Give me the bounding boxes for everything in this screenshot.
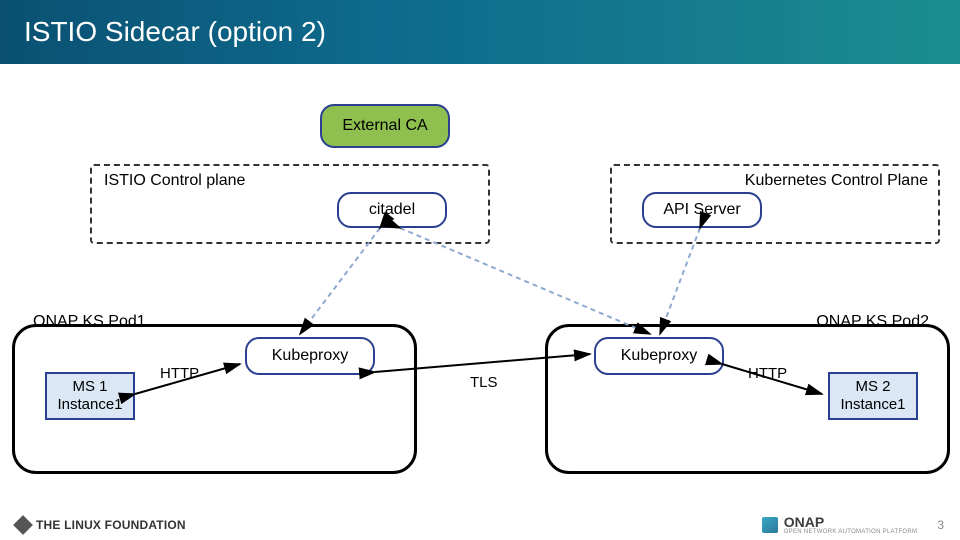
diagram-stage: External CA ISTIO Control plane citadel … [0, 64, 960, 510]
edge-http-2: HTTP [748, 365, 787, 382]
lf-text: THE LINUX FOUNDATION [36, 518, 186, 532]
node-kubeproxy-2: Kubeproxy [594, 337, 724, 375]
node-external-ca: External CA [320, 104, 450, 148]
edge-tls: TLS [470, 374, 498, 391]
external-ca-label: External CA [342, 117, 427, 135]
edge-http-1: HTTP [160, 365, 199, 382]
pod1-label: ONAP KS Pod1 [33, 313, 146, 331]
istio-cp-label: ISTIO Control plane [104, 172, 245, 190]
api-server-label: API Server [663, 201, 740, 219]
footer: THE LINUX FOUNDATION ONAP OPEN NETWORK A… [0, 510, 960, 540]
pod-2: ONAP KS Pod2 Kubeproxy MS 2 Instance1 HT… [545, 324, 950, 474]
ms1-label: MS 1 Instance1 [57, 378, 122, 413]
node-kubeproxy-1: Kubeproxy [245, 337, 375, 375]
kubeproxy2-label: Kubeproxy [621, 347, 698, 365]
title-text: ISTIO Sidecar (option 2) [24, 16, 326, 48]
lf-icon [13, 515, 33, 535]
node-ms1: MS 1 Instance1 [45, 372, 135, 420]
page-number: 3 [937, 518, 944, 532]
pod-1: ONAP KS Pod1 MS 1 Instance1 Kubeproxy HT… [12, 324, 417, 474]
linux-foundation-logo: THE LINUX FOUNDATION [16, 518, 186, 532]
slide-title: ISTIO Sidecar (option 2) [0, 0, 960, 64]
group-k8s-control-plane: Kubernetes Control Plane API Server [610, 164, 940, 244]
kubeproxy1-label: Kubeproxy [272, 347, 349, 365]
onap-sub: OPEN NETWORK AUTOMATION PLATFORM [784, 529, 918, 535]
k8s-cp-label: Kubernetes Control Plane [745, 172, 928, 190]
node-api-server: API Server [642, 192, 762, 228]
onap-icon [762, 517, 778, 533]
onap-main: ONAP [784, 515, 918, 529]
ms2-label: MS 2 Instance1 [840, 378, 905, 413]
node-ms2: MS 2 Instance1 [828, 372, 918, 420]
onap-logo: ONAP OPEN NETWORK AUTOMATION PLATFORM [762, 515, 918, 535]
node-citadel: citadel [337, 192, 447, 228]
pod2-label: ONAP KS Pod2 [816, 313, 929, 331]
group-istio-control-plane: ISTIO Control plane citadel [90, 164, 490, 244]
citadel-label: citadel [369, 201, 415, 219]
